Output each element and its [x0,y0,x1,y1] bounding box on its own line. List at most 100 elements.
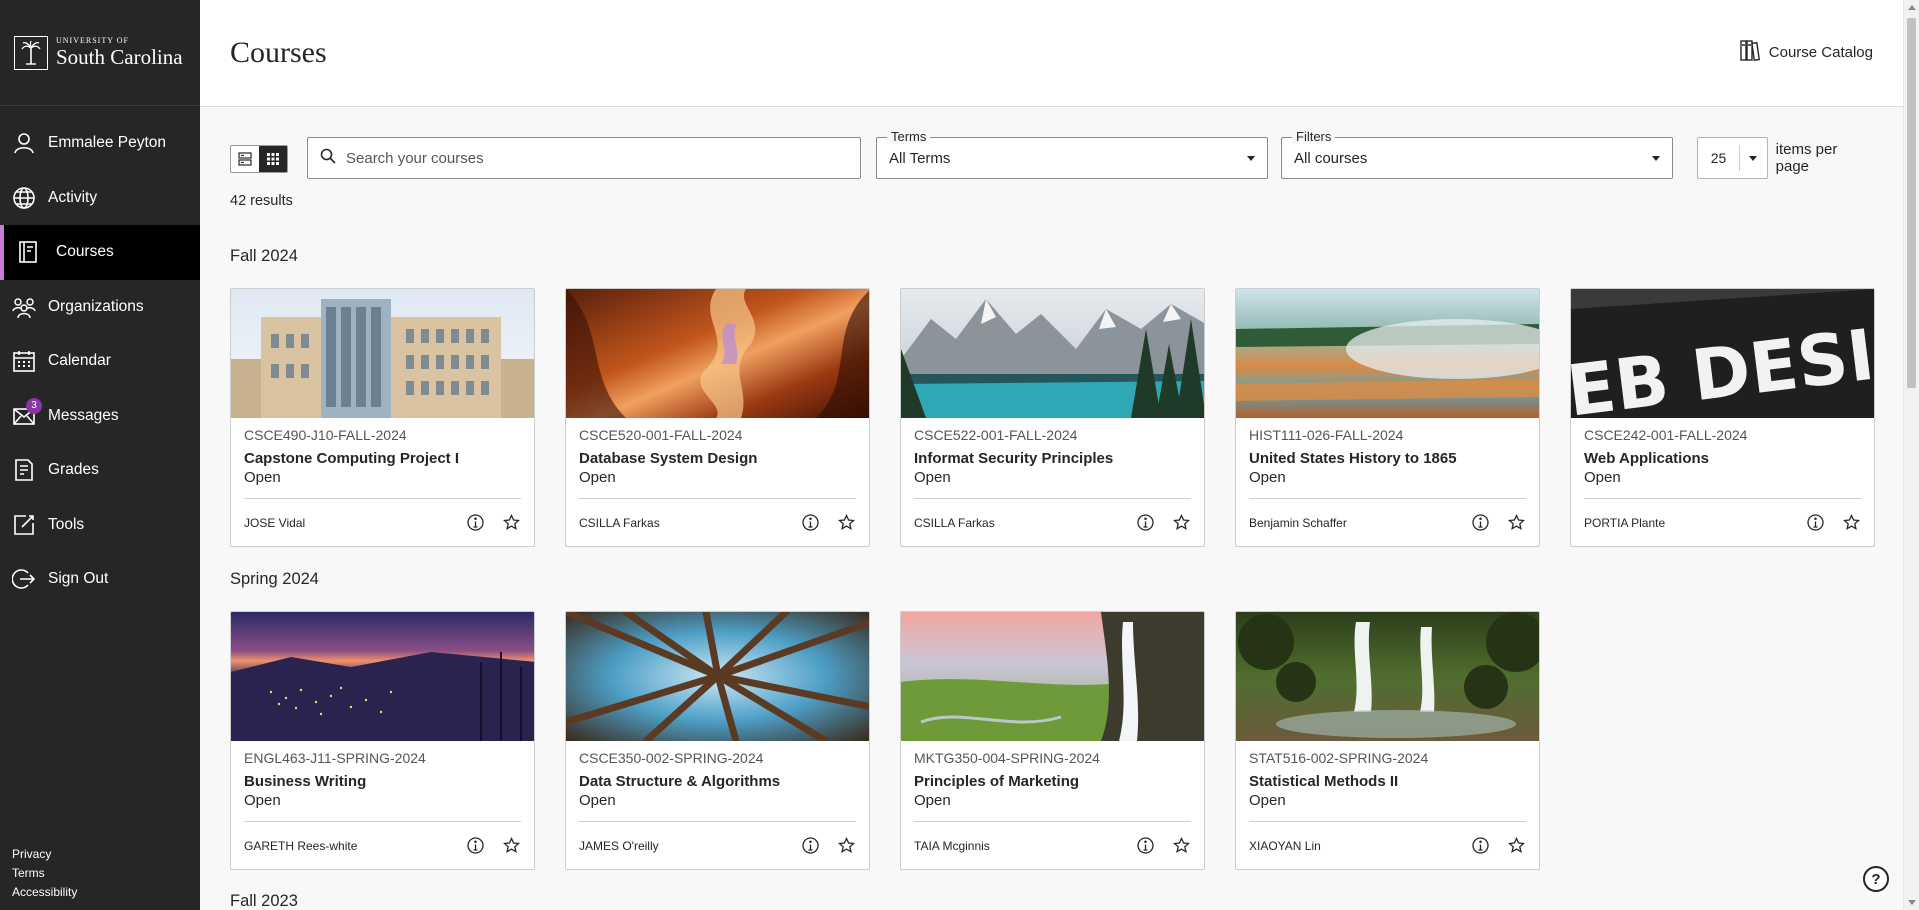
page-header: Courses Course Catalog [200,0,1903,107]
instructor-name: JAMES O'reilly [579,838,659,853]
course-card[interactable]: CSCE520-001-FALL-2024 Database System De… [565,288,870,547]
course-card[interactable]: ENGL463-J11-SPRING-2024 Business Writing… [230,611,535,870]
logo-large-text: South Carolina [56,45,183,69]
globe-icon [12,186,36,210]
instructor-name: CSILLA Farkas [579,515,660,530]
course-name: Principles of Marketing [914,773,1080,790]
catalog-icon [1739,38,1763,66]
chevron-down-icon [1749,155,1758,161]
instructor-name: Benjamin Schaffer [1249,515,1347,530]
help-icon[interactable]: ? [1863,866,1889,892]
star-icon[interactable] [1171,513,1191,533]
star-icon[interactable] [1171,836,1191,856]
terms-select[interactable]: Terms All Terms [876,130,1268,179]
results-count: 42 results [230,193,293,209]
nav-item-courses[interactable]: Courses [0,225,200,280]
grades-icon [12,458,36,482]
logo-small-text: UNIVERSITY OF [56,36,129,45]
star-icon[interactable] [836,836,856,856]
star-icon[interactable] [1506,513,1526,533]
course-toolbar: Terms All Terms Filters All courses 25 i… [230,130,1873,179]
star-icon[interactable] [1841,513,1861,533]
privacy-link[interactable]: Privacy [12,845,77,864]
items-per-page-select[interactable]: 25 [1697,137,1768,179]
course-name: Web Applications [1584,450,1710,467]
nav-item-organizations[interactable]: Organizations [0,280,200,335]
nav-label: Courses [56,243,114,261]
course-image [901,289,1204,418]
term-heading: Fall 2023 [230,892,298,910]
list-view-button[interactable] [231,146,259,172]
course-status: Open [244,469,281,486]
course-image [231,289,534,418]
course-catalog-link[interactable]: Course Catalog [1739,38,1873,66]
info-icon[interactable] [465,513,485,533]
user-icon [12,131,36,155]
info-icon[interactable] [800,513,820,533]
course-grid: ENGL463-J11-SPRING-2024 Business Writing… [230,611,1540,870]
star-icon[interactable] [501,513,521,533]
info-icon[interactable] [1470,836,1490,856]
info-icon[interactable] [1470,513,1490,533]
course-card[interactable]: STAT516-002-SPRING-2024 Statistical Meth… [1235,611,1540,870]
page-scrollbar[interactable] [1903,0,1919,910]
course-id: CSCE490-J10-FALL-2024 [244,427,407,443]
nav-item-profile[interactable]: Emmalee Peyton [0,116,200,171]
course-id: MKTG350-004-SPRING-2024 [914,750,1100,766]
course-name: Informat Security Principles [914,450,1114,467]
nav-label: Activity [48,188,98,206]
scroll-down-icon[interactable] [1908,900,1916,905]
organizations-icon [12,295,36,319]
nav-label: Organizations [48,297,144,315]
course-card[interactable]: EB DESIG CSCE242-001-FALL-2024 Web Appli… [1570,288,1875,547]
star-icon[interactable] [1506,836,1526,856]
terms-link[interactable]: Terms [12,864,77,883]
chevron-down-icon [1652,155,1660,161]
course-name: Business Writing [244,773,367,790]
instructor-name: TAIA Mcginnis [914,838,990,853]
tools-icon [12,513,36,537]
nav-item-grades[interactable]: Grades [0,443,200,498]
grid-view-button[interactable] [259,146,287,172]
course-card[interactable]: CSCE350-002-SPRING-2024 Data Structure &… [565,611,870,870]
course-status: Open [1249,792,1286,809]
footer-links: Privacy Terms Accessibility [12,845,77,902]
course-card[interactable]: MKTG350-004-SPRING-2024 Principles of Ma… [900,611,1205,870]
info-icon[interactable] [800,836,820,856]
mail-icon: 3 [12,397,42,428]
scroll-thumb[interactable] [1907,18,1916,388]
search-input[interactable] [346,149,826,167]
nav-item-activity[interactable]: Activity [0,171,200,226]
nav-label: Emmalee Peyton [48,134,167,152]
info-icon[interactable] [1805,513,1825,533]
course-status: Open [1249,469,1286,486]
instructor-name: GARETH Rees-white [244,838,358,853]
course-card[interactable]: CSCE522-001-FALL-2024 Informat Security … [900,288,1205,547]
nav-item-sign-out[interactable]: Sign Out [0,552,200,607]
main-nav: Emmalee Peyton Activity Courses Organiza… [0,116,200,607]
course-id: CSCE522-001-FALL-2024 [914,427,1078,443]
course-id: HIST111-026-FALL-2024 [1249,427,1404,443]
course-image: EB DESIG [1571,289,1874,418]
scroll-up-icon[interactable] [1908,5,1916,10]
star-icon[interactable] [501,836,521,856]
nav-item-tools[interactable]: Tools [0,498,200,553]
info-icon[interactable] [465,836,485,856]
info-icon[interactable] [1135,513,1155,533]
university-logo[interactable]: UNIVERSITY OF South Carolina [0,0,200,106]
chevron-down-icon [1247,155,1255,161]
nav-item-calendar[interactable]: Calendar [0,334,200,389]
course-card[interactable]: HIST111-026-FALL-2024 United States Hist… [1235,288,1540,547]
filters-select[interactable]: Filters All courses [1281,130,1673,179]
nav-item-messages[interactable]: 3 Messages [0,389,200,444]
course-card[interactable]: CSCE490-J10-FALL-2024 Capstone Computing… [230,288,535,547]
course-name: Database System Design [579,450,758,467]
star-icon[interactable] [836,513,856,533]
accessibility-link[interactable]: Accessibility [12,883,77,902]
info-icon[interactable] [1135,836,1155,856]
nav-label: Grades [48,461,99,479]
palmetto-tree-icon [14,35,48,70]
instructor-name: CSILLA Farkas [914,515,995,530]
course-image [231,612,534,741]
items-per-page: 25 items per page [1697,137,1873,179]
